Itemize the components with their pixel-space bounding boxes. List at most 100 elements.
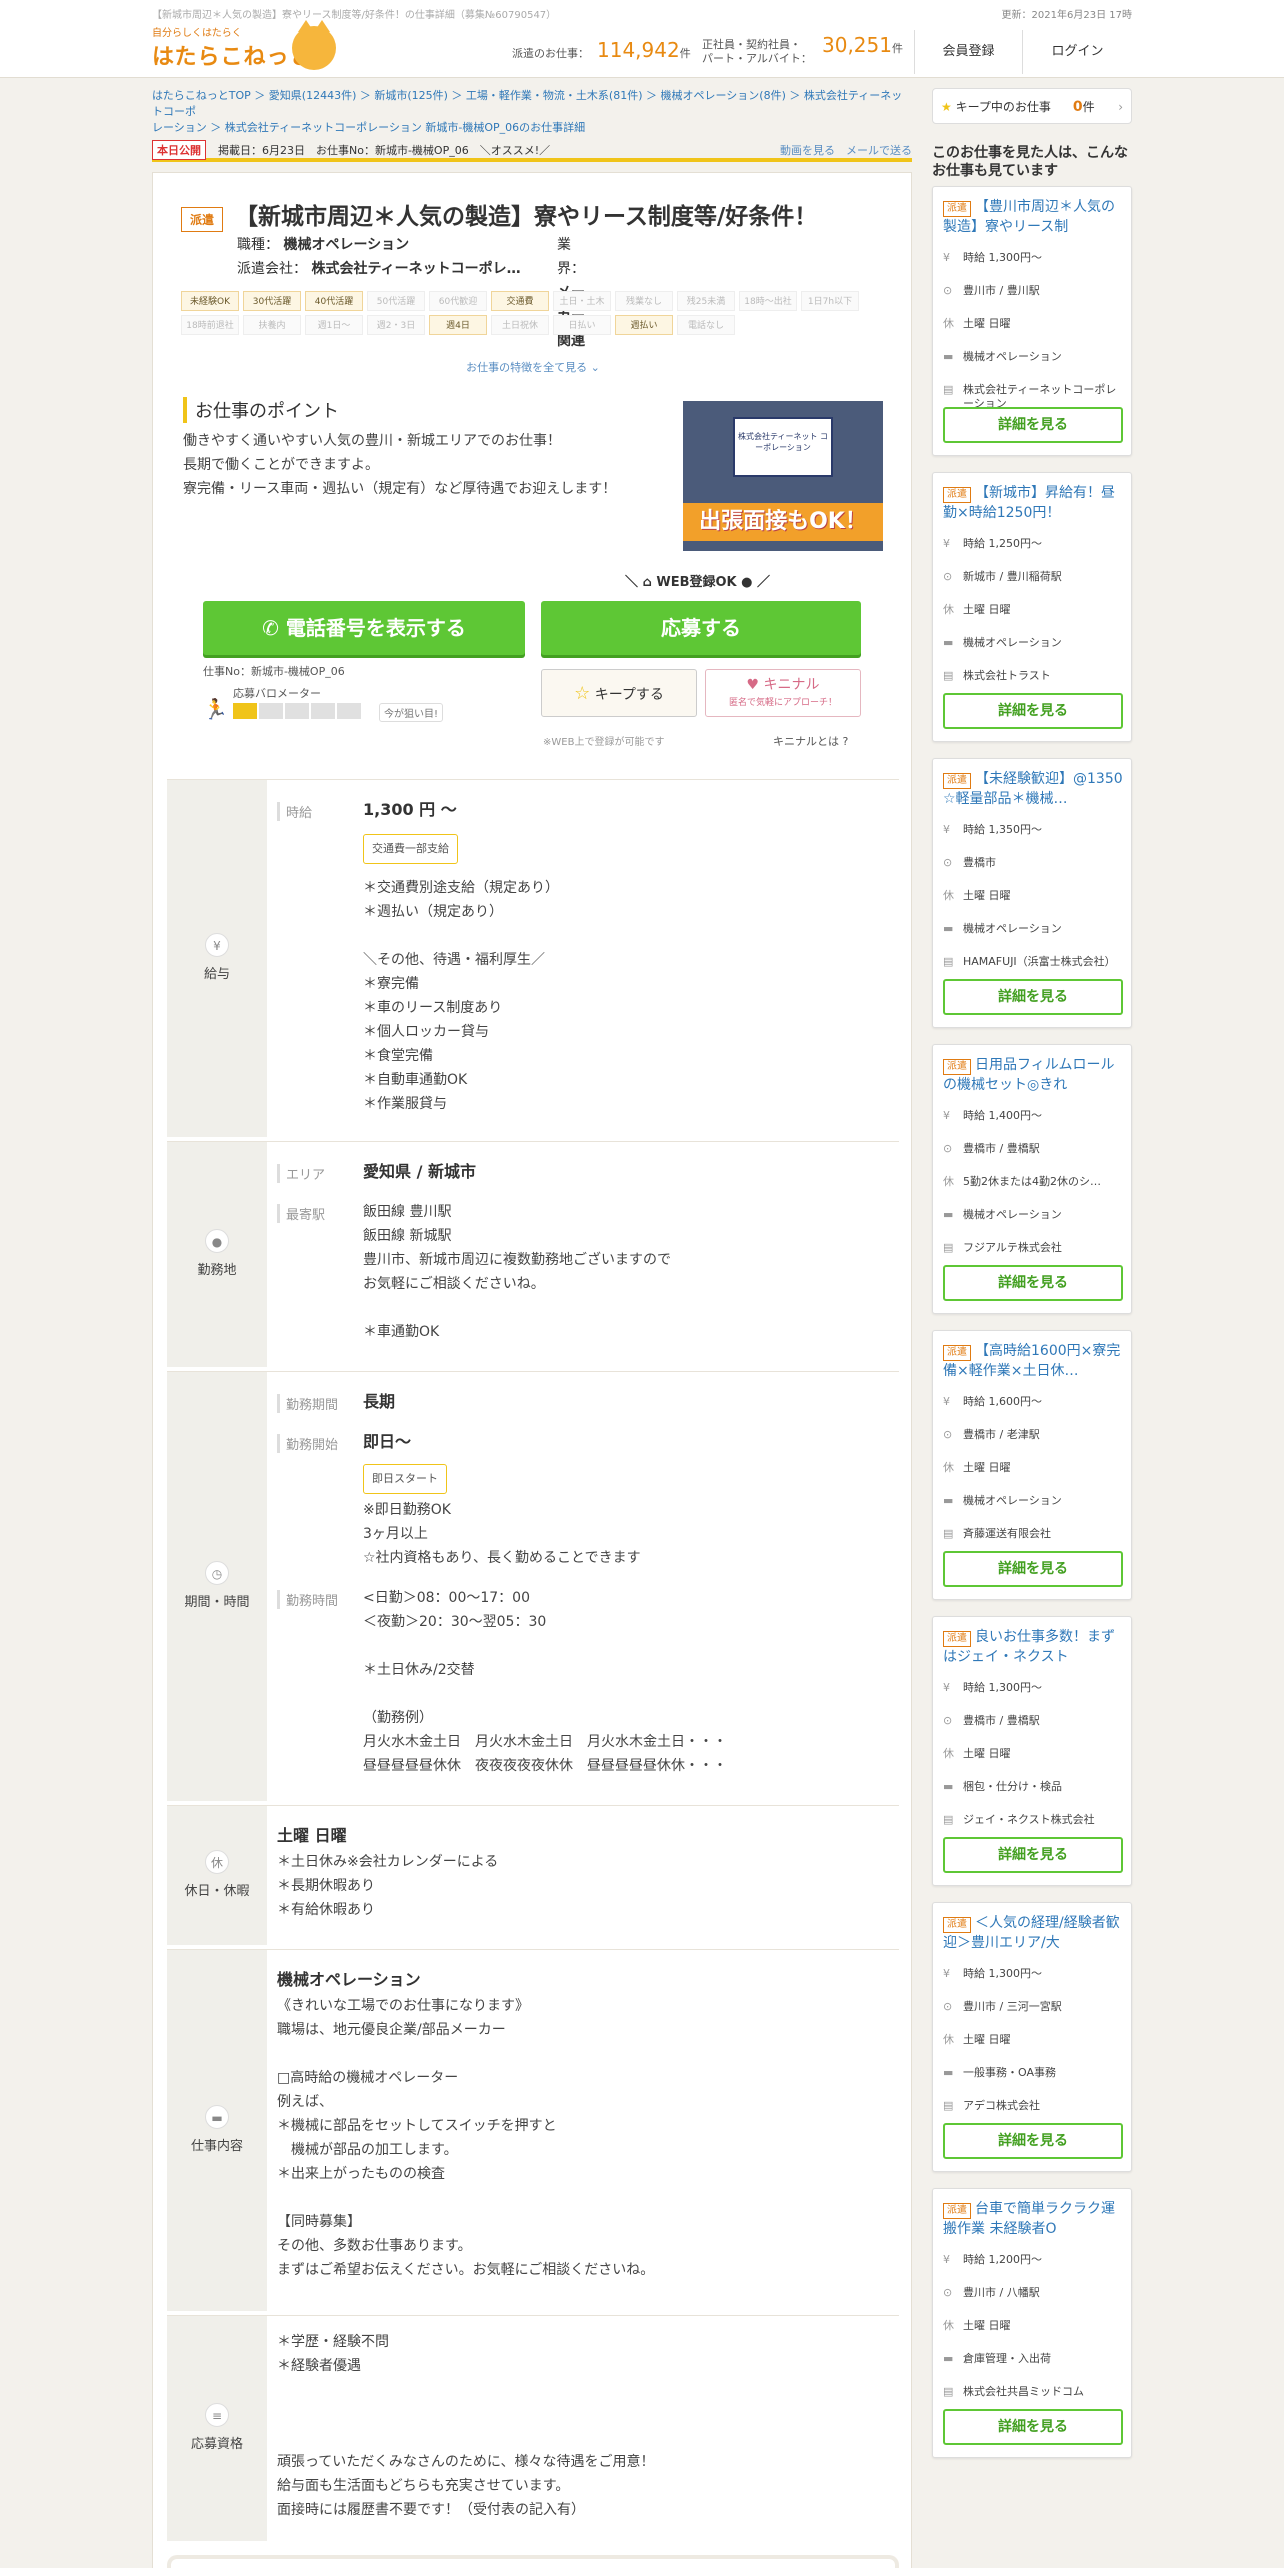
detail-button[interactable]: 詳細を見る (943, 693, 1123, 729)
feature-chip: 40代活躍 (305, 291, 363, 311)
related-job-title[interactable]: 派遣 ＜人気の経理/経験者歓迎＞豊川エリア/大 (943, 1913, 1123, 1953)
wage-row-text: 時給 1,250円～ (963, 537, 1042, 550)
related-job-title[interactable]: 派遣 【新城市】昇給有！昼勤×時給1250円！ (943, 483, 1123, 523)
area-key: エリア (277, 1164, 325, 1183)
related-job-title[interactable]: 派遣 良いお仕事多数！まずはジェイ・ネクスト (943, 1627, 1123, 1667)
company-row-text: HAMAFUJI（浜富士株式会社） (963, 955, 1116, 968)
related-job-title[interactable]: 派遣 台車で簡単ラクラク運搬作業 未経験者O (943, 2199, 1123, 2239)
related-job-title[interactable]: 派遣 【未経験歓迎】@1350 ☆軽量部品＊機械… (943, 769, 1123, 809)
related-job-title[interactable]: 派遣 【豊川市周辺＊人気の製造】寮やリース制 (943, 197, 1123, 237)
location-row: ⊙ 豊川市 / 三河一宮駅 (943, 2000, 1123, 2028)
location-row-text: 新城市 / 豊川稲荷駅 (963, 570, 1062, 583)
company-row-text: アデコ株式会社 (963, 2099, 1040, 2112)
job-title: 派遣 【新城市周辺＊人気の製造】寮やリース制度等/好条件！ (181, 197, 817, 232)
yen-icon: ¥ (943, 251, 950, 264)
holiday-row-text: 土曜 日曜 (963, 603, 1011, 616)
time-details: <日勤＞08：00～17：00 ＜夜勤＞20：30～翌05：30 ＊土日休み/2交替… (363, 1586, 727, 1778)
kinal-help-link[interactable]: キニナルとは ? (773, 733, 848, 749)
holiday-icon: 休 (943, 317, 954, 330)
feature-chip: 30代活躍 (243, 291, 301, 311)
web-note: ※WEB上で登録が可能です (543, 737, 665, 748)
show-phone-button[interactable]: ✆ 電話番号を表示する (203, 601, 525, 655)
job-type-tag: 派遣 (943, 1059, 971, 1075)
apply-button[interactable]: 応募する (541, 601, 861, 655)
detail-line: □高時給の機械オペレーター (277, 2070, 459, 2086)
detail-line (363, 1634, 727, 1658)
point-heading: お仕事のポイント (183, 397, 339, 423)
feature-chip: 50代活躍 (367, 291, 425, 311)
location-row-text: 豊川市 / 三河一宮駅 (963, 2000, 1062, 2013)
briefcase-icon: ▬ (943, 2352, 954, 2365)
heart-icon: ♥ (746, 677, 760, 693)
feature-chip: 土日・土木 (553, 291, 611, 311)
location-row-text: 豊橋市 (963, 856, 996, 869)
site-logo[interactable]: 自分らしくはたらく はたらこねっと (152, 20, 342, 72)
building-icon: ▤ (943, 955, 954, 968)
related-job-card[interactable]: 派遣 【新城市】昇給有！昼勤×時給1250円！ ¥ 時給 1,250円～ ⊙ 新城市 / … (932, 472, 1132, 742)
detail-line (277, 2426, 654, 2450)
register-button[interactable]: 会員登録 (914, 30, 1022, 74)
wage-row: ¥ 時給 1,300円～ (943, 1681, 1123, 1709)
detail-line: 月火水木金土日 月火水木金土日 月火水木金土日・・・ (363, 1734, 727, 1750)
related-job-card[interactable]: 派遣 【豊川市周辺＊人気の製造】寮やリース制 ¥ 時給 1,300円～ ⊙ 豊川市 / 豊… (932, 186, 1132, 456)
kinal-button[interactable]: ♥ キニナル 匿名で気軽にアプローチ！ (705, 669, 861, 717)
location-row: ⊙ 新城市 / 豊川稲荷駅 (943, 570, 1123, 598)
detail-button[interactable]: 詳細を見る (943, 979, 1123, 1015)
job-type-tag: 派遣 (943, 487, 971, 503)
related-job-card[interactable]: 派遣 日用品フィルムロールの機械セット◎きれ ¥ 時給 1,400円～ ⊙ 豊橋市 / 豊… (932, 1044, 1132, 1314)
detail-line: ＊寮完備 (363, 976, 419, 992)
detail-button[interactable]: 詳細を見る (943, 407, 1123, 443)
job-photo: 株式会社ティーネット コーポレーション 出張面接もOK！ (683, 401, 883, 551)
company-row-text: ジェイ・ネクスト株式会社 (963, 1813, 1095, 1826)
detail-button[interactable]: 詳細を見る (943, 1551, 1123, 1587)
related-job-card[interactable]: 派遣 【未経験歓迎】@1350 ☆軽量部品＊機械… ¥ 時給 1,350円～ ⊙ 豊橋市休… (932, 758, 1132, 1028)
keep-button[interactable]: ☆ キープする (541, 669, 697, 717)
detail-button[interactable]: 詳細を見る (943, 2409, 1123, 2445)
barometer-segment (311, 703, 335, 719)
detail-line: （勤務例） (363, 1710, 433, 1726)
holiday-row-text: 土曜 日曜 (963, 317, 1011, 330)
login-button[interactable]: ログイン (1022, 30, 1132, 74)
holiday-row: 休土曜 日曜 (943, 2319, 1123, 2347)
detail-line: 【同時募集】 (277, 2214, 361, 2230)
chevron-right-icon: › (1118, 100, 1123, 114)
yen-icon: ¥ (943, 1395, 950, 1408)
video-link[interactable]: 動画を見る (780, 144, 835, 157)
related-job-card[interactable]: 派遣 台車で簡単ラクラク運搬作業 未経験者O ¥ 時給 1,200円～ ⊙ 豊川市 / 八… (932, 2188, 1132, 2458)
feature-chip: 週1日～ (305, 315, 363, 335)
occupation-row: ▬ 機械オペレーション (943, 1208, 1123, 1236)
feature-chip: 残25未満 (677, 291, 735, 311)
yen-icon: ¥ (205, 932, 229, 957)
location-details: 飯田線 豊川駅 飯田線 新城駅 豊川市、新城市周辺に複数勤務地ございますので お気軽に… (363, 1200, 671, 1344)
mail-link[interactable]: メールで送る (846, 144, 912, 157)
salary-amount: 1,300 円 ～ (363, 800, 457, 819)
detail-button[interactable]: 詳細を見る (943, 1265, 1123, 1301)
building-icon: ▤ (943, 1527, 954, 1540)
location-row: ⊙ 豊橋市 / 豊橋駅 (943, 1142, 1123, 1170)
detail-line: ※即日勤務OK (363, 1502, 451, 1518)
related-job-card[interactable]: 派遣 【高時給1600円×寮完備×軽作業×土日休… ¥ 時給 1,600円～ ⊙ 豊橋市 … (932, 1330, 1132, 1600)
page: { "header": { "seo_text": "【新城市周辺＊人気の製造】… (0, 0, 1284, 2568)
related-job-title[interactable]: 派遣 日用品フィルムロールの機械セット◎きれ (943, 1055, 1123, 1095)
wage-row: ¥ 時給 1,400円～ (943, 1109, 1123, 1137)
detail-button[interactable]: 詳細を見る (943, 1837, 1123, 1873)
job-type-tag: 派遣 (943, 1345, 971, 1361)
detail-line: ＊週払い（規定あり） (363, 904, 503, 920)
keep-list-button[interactable]: ★ キープ中のお仕事 0件 › (932, 88, 1132, 124)
posted-info: 掲載日：6月23日 お仕事No：新城市-機械OP_06 ＼オススメ!／ (218, 144, 551, 157)
related-job-card[interactable]: 派遣 ＜人気の経理/経験者歓迎＞豊川エリア/大 ¥ 時給 1,300円～ ⊙ 豊川市 / … (932, 1902, 1132, 2172)
detail-line: ＊機械に部品をセットしてスイッチを押すと (277, 2118, 557, 2134)
detail-line: 飯田線 新城駅 (363, 1228, 452, 1244)
breadcrumb[interactable]: はたらこねっとTOP ＞ 愛知県(12443件) ＞ 新城市(125件) ＞ 工… (152, 88, 912, 136)
company-link[interactable]: 株式会社ティーネットコーポレ… (311, 261, 520, 277)
related-job-title[interactable]: 派遣 【高時給1600円×寮完備×軽作業×土日休… (943, 1341, 1123, 1381)
station-key: 最寄駅 (277, 1204, 325, 1223)
detail-button[interactable]: 詳細を見る (943, 2123, 1123, 2159)
feature-chip: 18時～出社 (739, 291, 797, 311)
related-job-card[interactable]: 派遣 良いお仕事多数！まずはジェイ・ネクスト ¥ 時給 1,300円～ ⊙ 豊橋市 / 豊… (932, 1616, 1132, 1886)
yen-icon: ¥ (943, 1967, 950, 1980)
more-features-link[interactable]: お仕事の特徴を全て見る ⌄ (153, 359, 913, 375)
job-meta: 職種： 機械オペレーション業界： メーカー関連 派遣会社： 株式会社ティーネット… (237, 237, 585, 349)
building-icon: ▤ (943, 1241, 954, 1254)
occupation-row-text: 機械オペレーション (963, 636, 1062, 649)
